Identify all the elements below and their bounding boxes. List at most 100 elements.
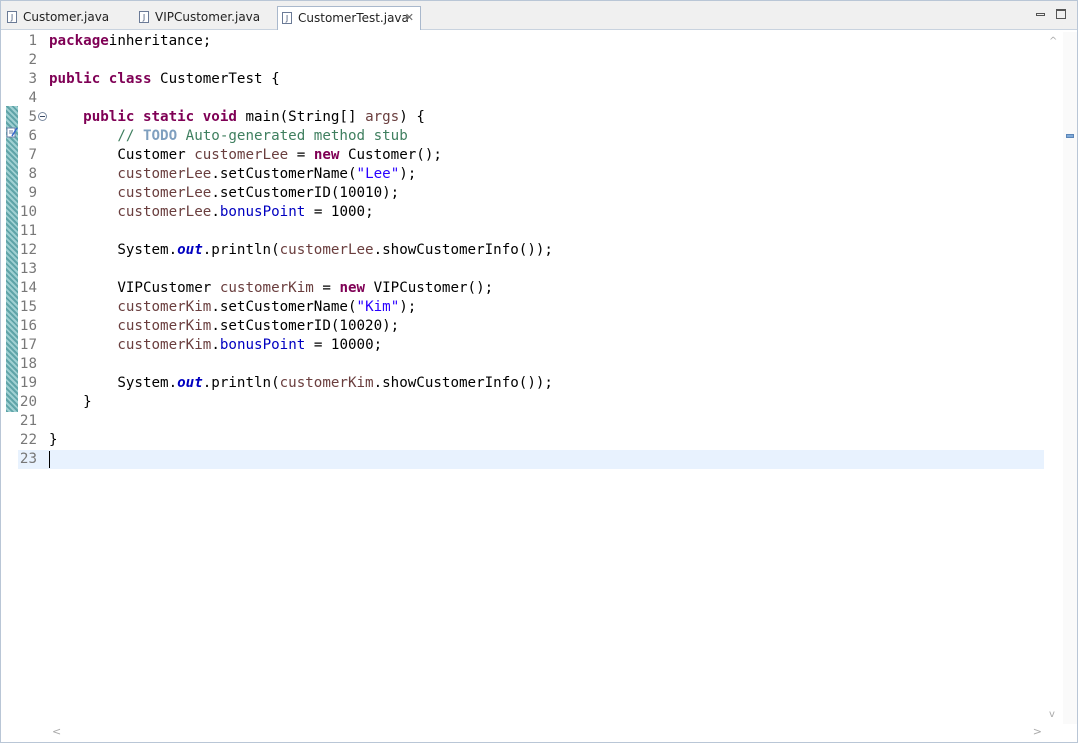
code-token: .setCustomerID(10010); [211, 185, 400, 201]
code-token: .setCustomerName( [211, 299, 357, 315]
tab-vipcustomer-java[interactable]: J VIPCustomer.java [135, 6, 271, 29]
code-line[interactable]: 11 [18, 222, 1044, 241]
code-token: bonusPoint [219, 204, 306, 220]
code-token: package [49, 33, 109, 49]
code-token: customerLee [279, 242, 374, 258]
code-text: customerKim.setCustomerID(10020); [49, 317, 399, 336]
code-line[interactable]: 9 customerLee.setCustomerID(10010); [18, 184, 1044, 203]
code-line[interactable]: 23 [18, 450, 1044, 469]
code-text: // TODO Auto-generated method stub [49, 127, 408, 146]
code-line[interactable]: 8 customerLee.setCustomerName("Lee"); [18, 165, 1044, 184]
code-token: new [339, 280, 366, 296]
maximize-icon[interactable] [1055, 8, 1067, 20]
code-line[interactable]: 12 System.out.println(customerLee.showCu… [18, 241, 1044, 260]
code-line[interactable]: 3 public class CustomerTest { [18, 70, 1044, 89]
scroll-up-icon[interactable]: ^ [1049, 36, 1057, 47]
fold-collapse-icon[interactable] [38, 112, 47, 121]
code-token: customerKim [279, 375, 374, 391]
code-token: out [177, 375, 203, 391]
scroll-right-icon[interactable]: > [1033, 725, 1042, 738]
code-token: ); [399, 299, 417, 315]
line-number: 22 [19, 432, 37, 448]
code-token: customerLee [117, 166, 212, 182]
code-token: Auto-generated method stub [177, 128, 408, 144]
code-token: customerLee [194, 147, 289, 163]
code-text: System.out.println(customerKim.showCusto… [49, 374, 553, 393]
line-number: 19 [19, 375, 37, 391]
code-token: System. [49, 375, 178, 391]
code-line[interactable]: 18 [18, 355, 1044, 374]
code-line[interactable]: 10 customerLee.bonusPoint = 1000; [18, 203, 1044, 222]
code-token: } [49, 432, 58, 448]
code-line[interactable]: 20 } [18, 393, 1044, 412]
code-token: customerLee [117, 185, 212, 201]
code-line[interactable]: 17 customerKim.bonusPoint = 10000; [18, 336, 1044, 355]
tab-label: CustomerTest.java [298, 11, 409, 25]
code-text: packageinheritance; [49, 32, 211, 51]
java-file-icon: J [7, 11, 17, 23]
minimize-icon[interactable] [1035, 8, 1047, 20]
line-number: 6 [28, 128, 37, 144]
code-line[interactable]: 16 customerKim.setCustomerID(10020); [18, 317, 1044, 336]
code-token: .showCustomerInfo()); [373, 375, 553, 391]
code-token: void [202, 109, 237, 125]
code-text: customerLee.bonusPoint = 1000; [49, 203, 373, 222]
code-token: "Lee" [356, 166, 400, 182]
task-marker-icon[interactable] [6, 126, 18, 138]
scroll-down-icon[interactable]: v [1049, 709, 1055, 720]
code-line[interactable]: 13 [18, 260, 1044, 279]
code-line[interactable]: 15 customerKim.setCustomerName("Kim"); [18, 298, 1044, 317]
line-number: 8 [28, 166, 37, 182]
code-line[interactable]: 4 [18, 89, 1044, 108]
scroll-left-icon[interactable]: < [52, 725, 61, 738]
code-token: customerKim [219, 280, 314, 296]
line-number: 15 [19, 299, 37, 315]
horizontal-scrollbar[interactable]: < > [46, 724, 1046, 741]
code-text: System.out.println(customerLee.showCusto… [49, 241, 553, 260]
line-number: 7 [28, 147, 37, 163]
code-line[interactable]: 1 packageinheritance; [18, 32, 1044, 51]
code-token: CustomerTest { [151, 71, 280, 87]
code-token: customerKim [117, 318, 212, 334]
code-text: } [49, 431, 58, 450]
java-file-icon: J [139, 11, 149, 23]
code-token: "Kim" [356, 299, 400, 315]
code-line[interactable]: 6 // TODO Auto-generated method stub [18, 127, 1044, 146]
line-number: 1 [28, 33, 37, 49]
code-token: VIPCustomer(); [365, 280, 494, 296]
code-line[interactable]: 14 VIPCustomer customerKim = new VIPCust… [18, 279, 1044, 298]
text-caret [49, 451, 50, 468]
close-tab-icon[interactable]: ✕ [405, 7, 414, 29]
code-token: args [365, 109, 400, 125]
overview-ruler [1063, 32, 1077, 724]
code-text: public static void main(String[] args) { [49, 108, 425, 127]
code-line[interactable]: 5 public static void main(String[] args)… [18, 108, 1044, 127]
code-line[interactable]: 2 [18, 51, 1044, 70]
code-line[interactable]: 21 [18, 412, 1044, 431]
vertical-scrollbar[interactable]: ^ v [1045, 32, 1063, 724]
overview-task-mark[interactable] [1066, 134, 1074, 138]
line-number: 14 [19, 280, 37, 296]
line-number: 2 [28, 52, 37, 68]
code-token: . [211, 204, 220, 220]
tab-customer-java[interactable]: J Customer.java [3, 6, 129, 29]
code-line[interactable]: 19 System.out.println(customerKim.showCu… [18, 374, 1044, 393]
code-token: .showCustomerInfo()); [373, 242, 553, 258]
code-line[interactable]: 7 Customer customerLee = new Customer(); [18, 146, 1044, 165]
code-line[interactable]: 22} [18, 431, 1044, 450]
code-token: = 10000; [305, 337, 383, 353]
line-number: 5 [28, 109, 37, 125]
line-number: 23 [19, 451, 37, 467]
code-token: bonusPoint [219, 337, 306, 353]
line-number: 3 [28, 71, 37, 87]
window-controls [1035, 8, 1069, 22]
tab-customertest-java[interactable]: J CustomerTest.java ✕ [277, 6, 421, 30]
